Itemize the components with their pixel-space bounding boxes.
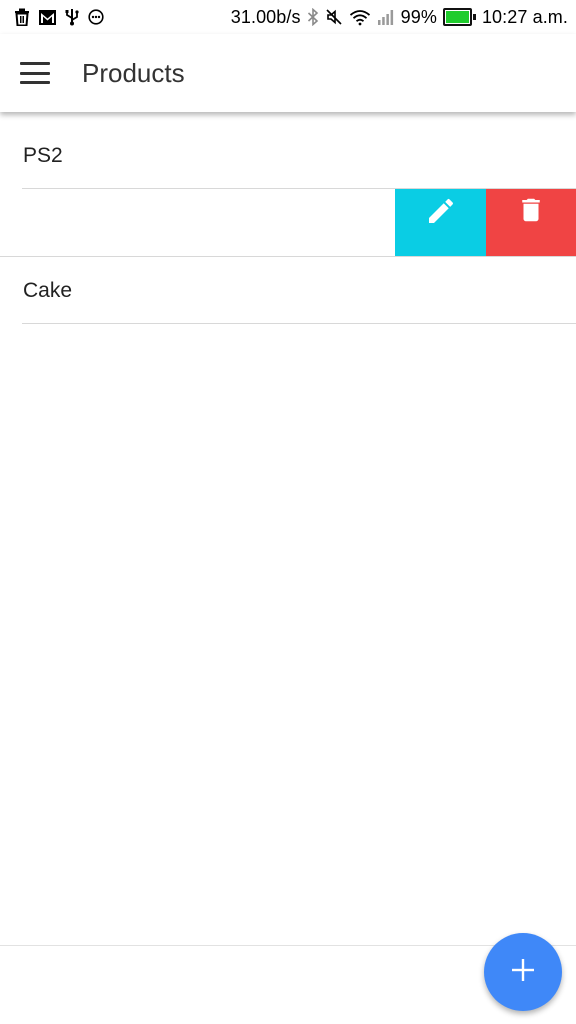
app-bar: Products <box>0 34 576 112</box>
more-circle-icon <box>88 9 104 25</box>
status-bar: 31.00b/s 99% 10:27 a.m. <box>0 0 576 34</box>
screen: 31.00b/s 99% 10:27 a.m. Products PS2 Cak… <box>0 0 576 1024</box>
list-item-swiped[interactable] <box>0 189 576 257</box>
swipe-actions <box>395 189 576 256</box>
list-item[interactable]: Cake <box>0 257 576 324</box>
gmail-icon <box>39 9 56 25</box>
battery-body <box>442 8 472 26</box>
status-left-icons <box>14 8 113 26</box>
mute-icon <box>325 8 343 26</box>
battery-icon <box>442 8 476 26</box>
plus-icon <box>510 957 536 988</box>
trash-icon <box>516 195 546 230</box>
trash-icon <box>14 8 30 26</box>
net-speed: 31.00b/s <box>230 6 301 27</box>
list-item-label: Cake <box>23 278 73 302</box>
status-right-icons: 31.00b/s 99% 10:27 a.m. <box>231 7 568 28</box>
battery-tip <box>472 14 476 20</box>
usb-icon <box>65 8 79 26</box>
bottom-divider <box>0 945 576 946</box>
page-title: Products <box>82 57 185 88</box>
battery-fill <box>445 11 469 23</box>
add-product-button[interactable] <box>484 933 562 1011</box>
list-item-label: PS2 <box>23 143 63 167</box>
hamburger-menu-icon[interactable] <box>20 62 50 84</box>
list-item[interactable]: PS2 <box>0 122 576 189</box>
pencil-icon <box>425 195 457 232</box>
product-list: PS2 Cake <box>0 122 576 324</box>
edit-button[interactable] <box>395 189 486 256</box>
delete-button[interactable] <box>486 189 576 256</box>
bluetooth-icon <box>307 8 319 26</box>
divider <box>22 323 576 324</box>
battery-percent: 99% <box>400 6 437 27</box>
signal-icon <box>377 9 395 25</box>
wifi-icon <box>349 9 371 26</box>
clock: 10:27 a.m. <box>481 6 568 27</box>
